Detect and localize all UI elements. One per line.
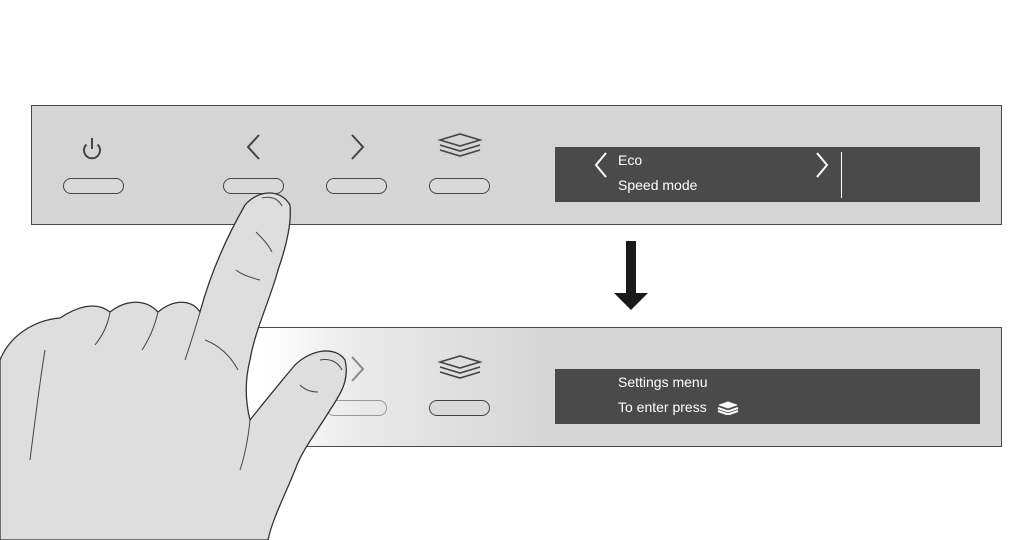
cursor-bar (841, 152, 842, 198)
layers-icon (437, 133, 483, 157)
right-button[interactable] (326, 400, 387, 416)
chevron-left-icon (246, 134, 260, 160)
menu-button[interactable] (429, 400, 490, 416)
menu-button[interactable] (429, 178, 490, 194)
layers-icon (717, 401, 738, 416)
display-line-1: Settings menu (618, 374, 708, 390)
layers-icon (437, 355, 483, 379)
chevron-right-icon (816, 152, 829, 178)
power-icon (83, 138, 101, 160)
display-line-2-text: To enter press (618, 399, 707, 415)
right-button[interactable] (326, 178, 387, 194)
left-button[interactable] (223, 178, 284, 194)
display-line-2: Speed mode (618, 177, 698, 193)
chevron-right-icon (351, 134, 365, 160)
control-panel-before: Eco Speed mode (31, 105, 1002, 225)
arrow-down-icon (614, 241, 648, 310)
power-button[interactable] (63, 178, 124, 194)
chevron-left-icon (594, 152, 607, 178)
hand-illustration (0, 192, 347, 540)
display-screen: Eco Speed mode (555, 147, 980, 202)
control-panel-after: Settings menu To enter press (31, 327, 1002, 447)
display-line-1: Eco (618, 152, 643, 168)
display-line-2: To enter press (618, 399, 739, 416)
display-screen: Settings menu To enter press (555, 369, 980, 424)
chevron-right-icon (351, 356, 365, 382)
